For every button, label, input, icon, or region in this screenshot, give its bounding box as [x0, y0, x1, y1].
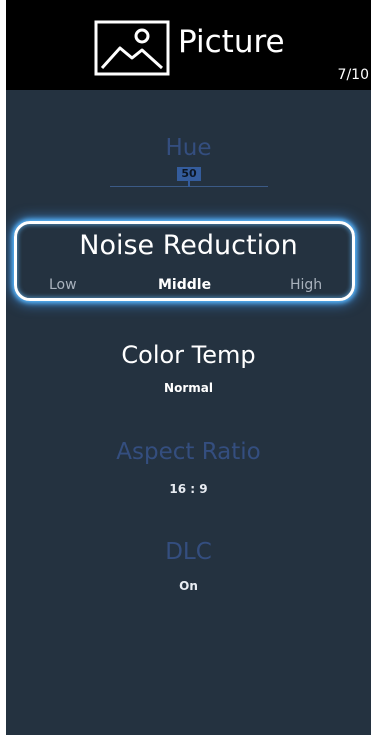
color-temp-label[interactable]: Color Temp	[6, 340, 371, 370]
hue-slider-tick	[188, 181, 190, 187]
noise-reduction-option-low[interactable]: Low	[49, 276, 77, 294]
picture-icon	[94, 20, 170, 76]
page-title: Picture	[178, 24, 285, 60]
noise-reduction-option-middle[interactable]: Middle	[158, 276, 211, 294]
noise-reduction-label: Noise Reduction	[79, 230, 298, 261]
hue-label[interactable]: Hue	[6, 133, 371, 163]
header-bar: Picture 7/10	[6, 0, 371, 90]
color-temp-value: Normal	[164, 381, 213, 395]
hue-slider-value[interactable]: 50	[177, 167, 201, 181]
dlc-label[interactable]: DLC	[6, 537, 371, 567]
noise-reduction-option-high[interactable]: High	[290, 276, 322, 294]
page-indicator: 7/10	[337, 67, 369, 83]
picture-settings-screen: Picture 7/10 Hue 50 Noise Reduction Low …	[6, 0, 371, 735]
aspect-ratio-label[interactable]: Aspect Ratio	[6, 437, 371, 467]
aspect-ratio-value: 16 : 9	[169, 482, 208, 496]
dlc-value: On	[179, 579, 198, 593]
